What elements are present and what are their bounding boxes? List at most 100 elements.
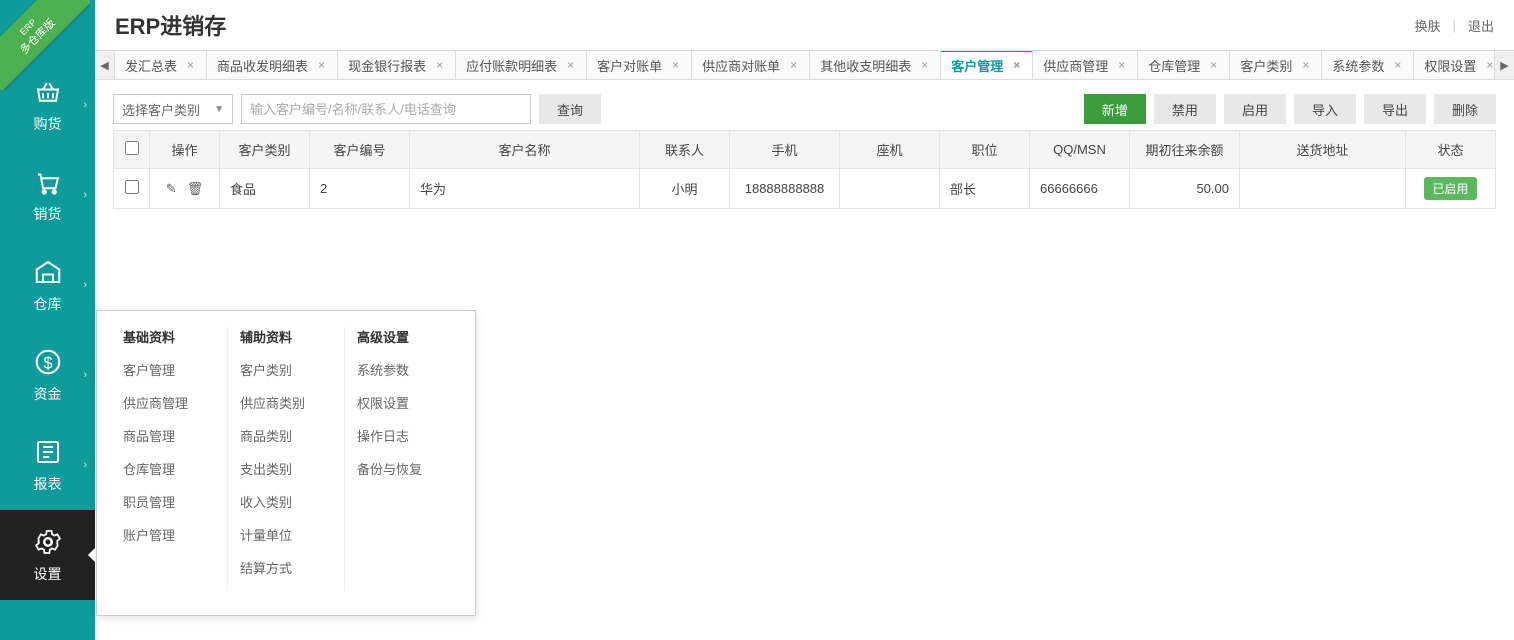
customer-table: 操作 客户类别 客户编号 客户名称 联系人 手机 座机 职位 QQ/MSN 期初…	[113, 130, 1496, 209]
sidebar-item-label: 仓库	[34, 294, 62, 314]
tab-scroll-right[interactable]: ▶	[1494, 51, 1514, 79]
settings-column-title: 基础资料	[123, 327, 215, 346]
col-op: 操作	[150, 131, 220, 169]
enable-button[interactable]: 启用	[1224, 94, 1286, 124]
header: ERP进销存 换肤 | 退出	[95, 0, 1514, 50]
cell-contact: 小明	[640, 169, 730, 209]
tab-label: 现金银行报表	[348, 56, 426, 75]
close-icon[interactable]: ×	[1011, 58, 1022, 72]
select-all-checkbox[interactable]	[125, 141, 139, 155]
add-button[interactable]: 新增	[1084, 94, 1146, 124]
import-button[interactable]: 导入	[1294, 94, 1356, 124]
delete-icon[interactable]: 🗑	[187, 181, 204, 197]
settings-link[interactable]: 权限设置	[357, 393, 449, 412]
cell-mobile: 18888888888	[730, 169, 840, 209]
row-checkbox[interactable]	[125, 180, 139, 194]
sidebar-item-funds[interactable]: $ 资金 ›	[0, 330, 95, 420]
tab-2[interactable]: 现金银行报表 ×	[338, 51, 456, 79]
table-row: ✎🗑食品2华为小明18888888888部长6666666650.00已启用	[114, 169, 1496, 209]
tab-4[interactable]: 客户对账单 ×	[587, 51, 692, 79]
chevron-right-icon: ›	[83, 279, 87, 291]
disable-button[interactable]: 禁用	[1154, 94, 1216, 124]
search-input[interactable]	[241, 94, 531, 124]
settings-link[interactable]: 客户类别	[240, 360, 332, 379]
query-button[interactable]: 查询	[539, 94, 601, 124]
col-mobile: 手机	[730, 131, 840, 169]
report-icon	[32, 436, 64, 468]
settings-link[interactable]: 职员管理	[123, 492, 215, 511]
logout-link[interactable]: 退出	[1468, 16, 1494, 35]
cell-name: 华为	[410, 169, 640, 209]
settings-link[interactable]: 账户管理	[123, 525, 215, 544]
settings-link[interactable]: 支出类别	[240, 459, 332, 478]
col-balance: 期初往来余额	[1130, 131, 1240, 169]
sidebar-item-report[interactable]: 报表 ›	[0, 420, 95, 510]
close-icon[interactable]: ×	[316, 58, 327, 72]
tab-12[interactable]: 权限设置 ×	[1414, 51, 1494, 79]
settings-column: 高级设置系统参数权限设置操作日志备份与恢复	[344, 327, 461, 591]
tab-7[interactable]: 客户管理×	[941, 51, 1033, 79]
close-icon[interactable]: ×	[1208, 58, 1219, 72]
cell-qq: 66666666	[1030, 169, 1130, 209]
tab-8[interactable]: 供应商管理×	[1033, 51, 1138, 79]
cell-title: 部长	[940, 169, 1030, 209]
settings-link[interactable]: 计量单位	[240, 525, 332, 544]
close-icon[interactable]: ×	[919, 58, 930, 72]
tab-label: 客户对账单	[597, 56, 662, 75]
settings-link[interactable]: 备份与恢复	[357, 459, 449, 478]
settings-link[interactable]: 结算方式	[240, 558, 332, 577]
settings-link[interactable]: 供应商管理	[123, 393, 215, 412]
settings-link[interactable]: 商品类别	[240, 426, 332, 445]
edit-icon[interactable]: ✎	[166, 181, 177, 197]
settings-link[interactable]: 仓库管理	[123, 459, 215, 478]
settings-link[interactable]: 客户管理	[123, 360, 215, 379]
settings-link[interactable]: 收入类别	[240, 492, 332, 511]
settings-column: 辅助资料客户类别供应商类别商品类别支出类别收入类别计量单位结算方式	[227, 327, 344, 591]
close-icon[interactable]: ×	[1484, 58, 1494, 72]
export-button[interactable]: 导出	[1364, 94, 1426, 124]
settings-submenu: 基础资料客户管理供应商管理商品管理仓库管理职员管理账户管理辅助资料客户类别供应商…	[96, 310, 476, 616]
skin-link[interactable]: 换肤	[1415, 16, 1441, 35]
close-icon[interactable]: ×	[1300, 58, 1311, 72]
settings-link[interactable]: 操作日志	[357, 426, 449, 445]
sidebar-item-settings[interactable]: 设置	[0, 510, 95, 600]
tab-10[interactable]: 客户类别×	[1230, 51, 1322, 79]
settings-link[interactable]: 供应商类别	[240, 393, 332, 412]
category-select[interactable]: 选择客户类别 ▼	[113, 94, 233, 124]
tab-9[interactable]: 仓库管理 ×	[1138, 51, 1230, 79]
tab-scroll-left[interactable]: ◀	[95, 51, 115, 79]
tab-11[interactable]: 系统参数×	[1322, 51, 1414, 79]
chevron-right-icon: ›	[83, 189, 87, 201]
settings-column-title: 辅助资料	[240, 327, 332, 346]
chevron-right-icon: ›	[83, 459, 87, 471]
close-icon[interactable]: ×	[670, 58, 681, 72]
col-title: 职位	[940, 131, 1030, 169]
close-icon[interactable]: ×	[788, 58, 799, 72]
tab-0[interactable]: 发汇总表×	[115, 51, 207, 79]
settings-column-title: 高级设置	[357, 327, 449, 346]
select-all-header	[114, 131, 150, 169]
close-icon[interactable]: ×	[434, 58, 445, 72]
table-container: 操作 客户类别 客户编号 客户名称 联系人 手机 座机 职位 QQ/MSN 期初…	[95, 130, 1514, 209]
category-select-label: 选择客户类别	[122, 100, 200, 119]
sidebar-item-warehouse[interactable]: 仓库 ›	[0, 240, 95, 330]
delete-button[interactable]: 删除	[1434, 94, 1496, 124]
tab-5[interactable]: 供应商对账单 ×	[692, 51, 810, 79]
close-icon[interactable]: ×	[1392, 58, 1403, 72]
settings-link[interactable]: 系统参数	[357, 360, 449, 379]
tab-3[interactable]: 应付账款明细表×	[456, 51, 587, 79]
tab-label: 权限设置	[1424, 56, 1476, 75]
settings-link[interactable]: 商品管理	[123, 426, 215, 445]
close-icon[interactable]: ×	[1116, 58, 1127, 72]
sidebar-item-sales[interactable]: 销货 ›	[0, 150, 95, 240]
cell-status: 已启用	[1406, 169, 1496, 209]
close-icon[interactable]: ×	[565, 58, 576, 72]
close-icon[interactable]: ×	[185, 58, 196, 72]
table-header-row: 操作 客户类别 客户编号 客户名称 联系人 手机 座机 职位 QQ/MSN 期初…	[114, 131, 1496, 169]
toolbar: 选择客户类别 ▼ 查询 新增 禁用 启用 导入 导出 删除	[95, 82, 1514, 136]
tab-label: 仓库管理	[1148, 56, 1200, 75]
tab-6[interactable]: 其他收支明细表×	[810, 51, 941, 79]
tab-label: 供应商对账单	[702, 56, 780, 75]
tab-1[interactable]: 商品收发明细表×	[207, 51, 338, 79]
cell-cat: 食品	[220, 169, 310, 209]
